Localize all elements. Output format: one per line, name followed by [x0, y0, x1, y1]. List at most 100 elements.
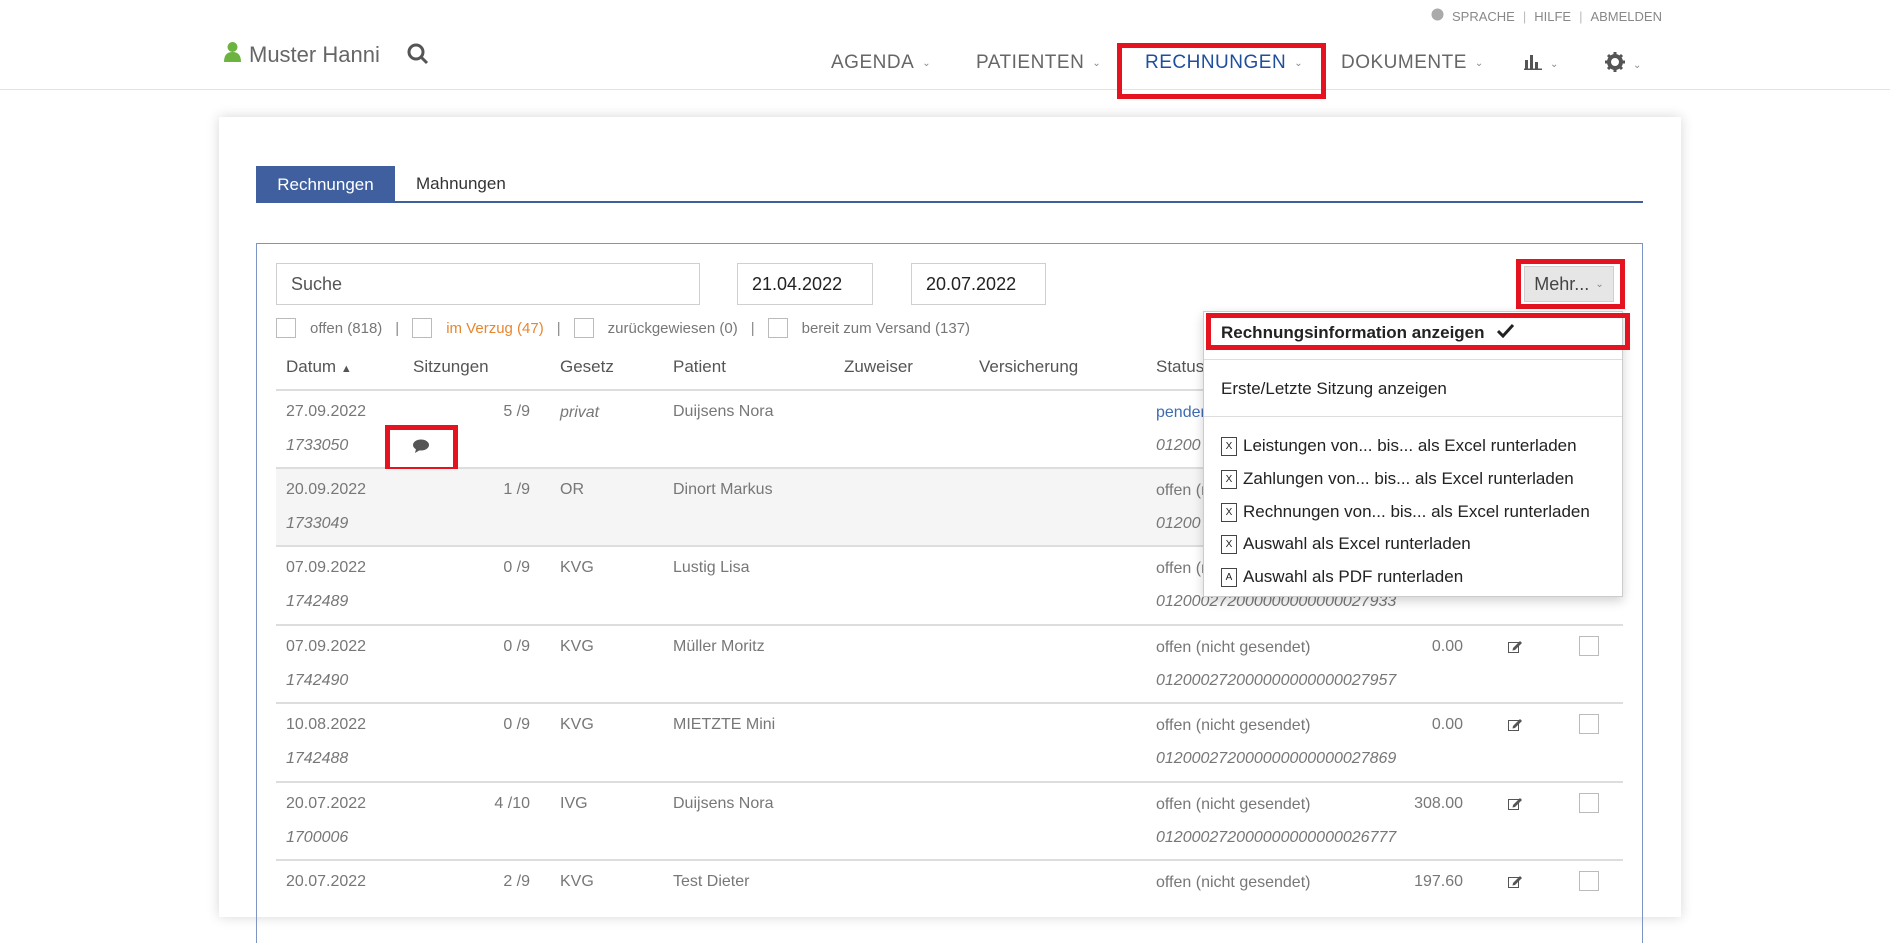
row-patient[interactable]: Dinort Markus [673, 481, 773, 499]
menu-divider [1204, 359, 1622, 360]
column-header-sitzungen[interactable]: Sitzungen [413, 357, 489, 377]
row-patient[interactable]: Müller Moritz [673, 638, 765, 656]
column-header-gesetz[interactable]: Gesetz [560, 357, 614, 377]
help-link[interactable]: HILFE [1534, 9, 1571, 24]
row-status: offen (n [1156, 560, 1210, 577]
excel-icon: X [1221, 469, 1237, 489]
row-patient[interactable]: Duijsens Nora [673, 795, 773, 813]
row-amount: 197.60 [1414, 873, 1463, 890]
menu-item-first-last-session[interactable]: Erste/Letzte Sitzung anzeigen [1221, 379, 1447, 399]
row-law: KVG [560, 716, 594, 733]
user-menu[interactable]: Muster Hanni [224, 42, 380, 68]
column-header-zuweiser[interactable]: Zuweiser [844, 357, 913, 377]
nav-dokumente-label: DOKUMENTE [1341, 52, 1467, 73]
logout-link[interactable]: ABMELDEN [1590, 9, 1662, 24]
edit-icon[interactable] [1508, 718, 1523, 736]
filter-checkbox-zurueckgewiesen[interactable] [573, 318, 594, 338]
filter-checkbox-versand[interactable] [767, 318, 788, 338]
menu-item-label: Rechnungen von... bis... als Excel runte… [1243, 502, 1590, 521]
table-row[interactable]: 10.08.2022 1742488 0 /9 KVG MIETZTE Mini… [276, 704, 1623, 783]
search-icon[interactable] [407, 43, 429, 70]
menu-item-payments-excel[interactable]: X Zahlungen von... bis... als Excel runt… [1221, 469, 1574, 489]
divider: | [1579, 8, 1583, 24]
row-status: offen (nicht gesendet) [1156, 639, 1311, 656]
menu-item-invoices-excel[interactable]: X Rechnungen von... bis... als Excel run… [1221, 502, 1590, 522]
row-date: 10.08.2022 [286, 716, 367, 733]
row-patient[interactable]: MIETZTE Mini [673, 716, 775, 734]
chevron-down-icon: ⌄ [1550, 59, 1559, 70]
pdf-icon: A [1221, 567, 1237, 587]
table-row[interactable]: 20.07.2022 1700006 4 /10 IVG Duijsens No… [276, 783, 1623, 861]
filter-label: zurückgewiesen (0) [607, 319, 738, 337]
menu-item-selection-excel[interactable]: X Auswahl als Excel runterladen [1221, 534, 1471, 554]
user-name: Muster Hanni [249, 42, 380, 67]
row-sessions: 4 /10 [494, 795, 530, 812]
row-sessions: 0 /9 [503, 716, 530, 733]
sort-asc-icon: ▲ [340, 363, 352, 375]
menu-item-services-excel[interactable]: X Leistungen von... bis... als Excel run… [1221, 436, 1577, 456]
row-amount: 0.00 [1431, 716, 1463, 733]
filter-label: im Verzug (47) [446, 319, 544, 337]
row-patient[interactable]: Lustig Lisa [673, 559, 750, 577]
nav-settings[interactable]: ⌄ [1605, 52, 1642, 78]
column-header-status[interactable]: Status [1156, 357, 1204, 377]
row-date: 07.09.2022 [286, 559, 367, 576]
row-id: 1742489 [286, 593, 349, 610]
row-select-checkbox[interactable] [1579, 636, 1599, 656]
row-patient[interactable]: Test Dieter [673, 873, 749, 891]
edit-icon[interactable] [1508, 797, 1523, 815]
date-from-field[interactable]: 21.04.2022 [737, 263, 873, 305]
row-amount: 308.00 [1414, 795, 1463, 812]
row-id: 1742490 [286, 672, 349, 689]
row-sessions: 0 /9 [503, 559, 530, 576]
row-sessions: 5 /9 [503, 403, 530, 420]
nav-statistics[interactable]: ⌄ [1524, 53, 1559, 76]
nav-patienten[interactable]: PATIENTEN ⌄ [976, 52, 1101, 74]
gear-icon [1605, 52, 1625, 78]
row-reference: 012000272000000000000027869 [1156, 750, 1397, 767]
filter-checkbox-offen[interactable] [276, 318, 296, 338]
row-date: 20.07.2022 [286, 795, 367, 812]
tab-mahnungen[interactable]: Mahnungen [416, 174, 506, 194]
nav-agenda[interactable]: AGENDA ⌄ [831, 52, 931, 74]
chevron-down-icon: ⌄ [1092, 57, 1102, 69]
chevron-down-icon: ⌄ [1474, 57, 1484, 69]
row-status: offen (nicht gesendet) [1156, 874, 1311, 891]
bar-chart-icon [1524, 53, 1542, 76]
nav-dokumente[interactable]: DOKUMENTE ⌄ [1341, 52, 1484, 74]
row-patient[interactable]: Duijsens Nora [673, 403, 773, 421]
row-select-checkbox[interactable] [1579, 793, 1599, 813]
row-law: OR [560, 481, 584, 498]
row-law: KVG [560, 638, 594, 655]
row-law: KVG [560, 559, 594, 576]
highlight-box-invoice-info [1206, 313, 1630, 350]
filter-label: bereit zum Versand (137) [801, 319, 971, 337]
filter-checkbox-verzug[interactable] [412, 318, 433, 338]
row-reference: 01200 [1156, 515, 1201, 532]
row-select-checkbox[interactable] [1579, 714, 1599, 734]
status-filters: offen (818) | im Verzug (47) | zurückgew… [276, 318, 970, 338]
more-dropdown-menu: Rechnungsinformation anzeigen Erste/Letz… [1203, 311, 1623, 597]
table-row[interactable]: 07.09.2022 1742490 0 /9 KVG Müller Morit… [276, 626, 1623, 704]
date-to-field[interactable]: 20.07.2022 [911, 263, 1046, 305]
column-header-datum[interactable]: Datum ▲ [286, 357, 352, 377]
row-amount: 0.00 [1431, 638, 1463, 655]
language-link[interactable]: SPRACHE [1452, 9, 1515, 24]
highlight-box-comment [385, 425, 458, 472]
table-row[interactable]: 20.07.2022 2 /9 KVG Test Dieter offen (n… [276, 861, 1623, 921]
search-input[interactable]: Suche [276, 263, 700, 305]
column-header-patient[interactable]: Patient [673, 357, 726, 377]
row-select-checkbox[interactable] [1579, 871, 1599, 891]
column-header-versicherung[interactable]: Versicherung [979, 357, 1078, 377]
tabs-underline [256, 201, 1643, 203]
row-reference: 012000272000000000000026777 [1156, 829, 1397, 846]
row-reference: 01200 [1156, 437, 1201, 454]
row-status[interactable]: pender [1156, 404, 1206, 422]
row-date: 20.07.2022 [286, 873, 367, 890]
row-law: privat [560, 404, 600, 421]
tab-rechnungen[interactable]: Rechnungen [256, 166, 395, 203]
edit-icon[interactable] [1508, 640, 1523, 658]
menu-item-selection-pdf[interactable]: A Auswahl als PDF runterladen [1221, 567, 1463, 587]
edit-icon[interactable] [1508, 875, 1523, 893]
row-status: offen (n [1156, 482, 1210, 499]
